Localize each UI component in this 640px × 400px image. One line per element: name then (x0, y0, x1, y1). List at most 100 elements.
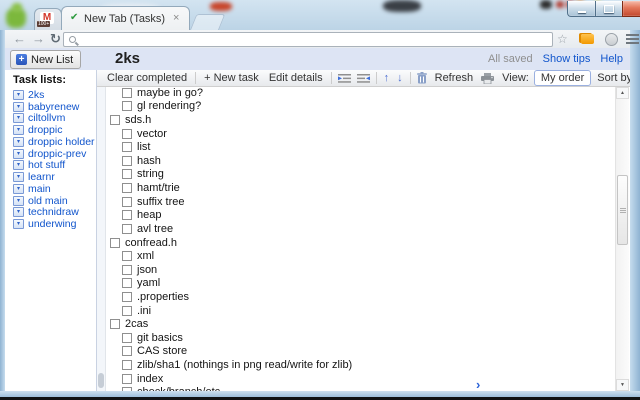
scroll-up-icon[interactable]: ▲ (616, 87, 629, 99)
list-link[interactable]: 2ks (28, 89, 44, 101)
sidebar-item-droppic-prev[interactable]: ▾ droppic-prev (13, 148, 96, 160)
show-tips-link[interactable]: Show tips (543, 53, 591, 65)
reload-icon[interactable]: ↻ (50, 30, 61, 47)
list-dropdown-icon[interactable]: ▾ (13, 207, 24, 218)
task-label[interactable]: CAS store (137, 345, 187, 357)
task-row[interactable]: zlib/sha1 (nothings in png read/write fo… (109, 358, 481, 372)
task-checkbox[interactable] (122, 196, 132, 207)
list-link[interactable]: droppic (28, 124, 62, 136)
scroll-down-icon[interactable]: ▼ (616, 379, 629, 391)
task-row[interactable]: yaml (109, 277, 481, 291)
view-sort-by-date[interactable]: Sort by date (591, 71, 630, 85)
close-button[interactable]: × (622, 1, 640, 17)
minimize-button[interactable] (567, 1, 596, 17)
new-list-button[interactable]: + New List (10, 50, 82, 69)
edit-details-button[interactable]: Edit details (264, 72, 328, 84)
task-pane-left-scrollbar[interactable] (97, 87, 106, 391)
task-label[interactable]: maybe in go? (137, 87, 203, 99)
help-link[interactable]: Help (600, 53, 623, 65)
list-link[interactable]: underwing (28, 218, 76, 230)
task-label[interactable]: 2cas (125, 318, 148, 330)
list-link[interactable]: babyrenew (28, 101, 79, 113)
list-dropdown-icon[interactable]: ▾ (13, 136, 24, 147)
task-row[interactable]: .properties (109, 290, 481, 304)
task-row[interactable]: heap (109, 208, 481, 222)
task-label[interactable]: heap (137, 209, 161, 221)
task-label[interactable]: avl tree (137, 223, 173, 235)
task-checkbox[interactable] (122, 169, 132, 180)
list-dropdown-icon[interactable]: ▾ (13, 89, 24, 100)
task-row[interactable]: maybe in go? (109, 86, 481, 100)
task-row[interactable]: 2cas (109, 317, 481, 331)
task-checkbox[interactable] (122, 87, 132, 98)
task-label[interactable]: check/branch/etc (137, 386, 220, 391)
list-link[interactable]: hot stuff (28, 159, 65, 171)
sidebar-item-droppic[interactable]: ▾ droppic (13, 124, 96, 136)
task-checkbox[interactable] (122, 359, 132, 370)
sidebar-item-2ks[interactable]: ▾ 2ks (13, 89, 96, 101)
extension-gray-icon[interactable] (605, 33, 618, 46)
list-dropdown-icon[interactable]: ▾ (13, 125, 24, 136)
list-link[interactable]: droppic-prev (28, 148, 86, 160)
new-task-button[interactable]: + New task (199, 72, 264, 84)
tab-close-icon[interactable]: × (173, 12, 179, 24)
refresh-button[interactable]: Refresh (430, 72, 479, 84)
task-label[interactable]: gl rendering? (137, 100, 201, 112)
outdent-icon[interactable] (354, 73, 373, 84)
scrollbar-thumb[interactable] (98, 373, 104, 388)
list-dropdown-icon[interactable]: ▾ (13, 113, 24, 124)
task-checkbox[interactable] (122, 142, 132, 153)
sidebar-item-ciltollvm[interactable]: ▾ ciltollvm (13, 112, 96, 124)
list-dropdown-icon[interactable]: ▾ (13, 101, 24, 112)
task-label[interactable]: xml (137, 250, 154, 262)
omnibox-input[interactable] (76, 34, 552, 45)
list-link[interactable]: old main (28, 195, 68, 207)
task-checkbox[interactable] (122, 373, 132, 384)
forward-icon[interactable]: → (32, 30, 45, 47)
sidebar-item-babyrenew[interactable]: ▾ babyrenew (13, 101, 96, 113)
task-row[interactable]: avl tree (109, 222, 481, 236)
task-row[interactable]: vector (109, 127, 481, 141)
list-link[interactable]: technidraw (28, 206, 79, 218)
task-label[interactable]: confread.h (125, 237, 177, 249)
task-checkbox[interactable] (122, 223, 132, 234)
task-checkbox[interactable] (110, 237, 120, 248)
task-label[interactable]: git basics (137, 332, 183, 344)
task-label[interactable]: sds.h (125, 114, 151, 126)
task-label[interactable]: vector (137, 128, 167, 140)
task-row[interactable]: CAS store (109, 345, 481, 359)
list-dropdown-icon[interactable]: ▾ (13, 172, 24, 183)
list-link[interactable]: main (28, 183, 51, 195)
task-row[interactable]: xml (109, 249, 481, 263)
task-checkbox[interactable] (122, 101, 132, 112)
task-checkbox[interactable] (122, 183, 132, 194)
extension-orange-icon[interactable] (581, 34, 594, 44)
task-checkbox[interactable] (122, 305, 132, 316)
list-link[interactable]: ciltollvm (28, 112, 65, 124)
list-dropdown-icon[interactable]: ▾ (13, 195, 24, 206)
task-checkbox[interactable] (122, 332, 132, 343)
bookmark-star-icon[interactable]: ☆ (557, 31, 568, 47)
task-checkbox[interactable] (122, 387, 132, 391)
task-row[interactable]: hamt/trie (109, 181, 481, 195)
task-checkbox[interactable] (122, 210, 132, 221)
task-label[interactable]: list (137, 141, 150, 153)
task-row[interactable]: json (109, 263, 481, 277)
list-link[interactable]: droppic holder (28, 136, 95, 148)
task-row[interactable]: check/branch/etc (109, 385, 481, 391)
task-label[interactable]: hash (137, 155, 161, 167)
sidebar-item-main[interactable]: ▾ main (13, 183, 96, 195)
sidebar-item-old-main[interactable]: ▾ old main (13, 195, 96, 207)
task-row[interactable]: hash (109, 154, 481, 168)
sidebar-item-hot-stuff[interactable]: ▾ hot stuff (13, 159, 96, 171)
task-row[interactable]: list (109, 140, 481, 154)
task-label[interactable]: string (137, 168, 164, 180)
omnibox[interactable] (63, 32, 553, 47)
task-row[interactable]: git basics (109, 331, 481, 345)
view-my-order[interactable]: My order (533, 70, 592, 86)
task-pane-scrollbar[interactable]: ▲ ▼ (615, 87, 629, 391)
task-checkbox[interactable] (110, 115, 120, 126)
task-label[interactable]: index (137, 373, 163, 385)
task-checkbox[interactable] (110, 319, 120, 330)
task-checkbox[interactable] (122, 346, 132, 357)
